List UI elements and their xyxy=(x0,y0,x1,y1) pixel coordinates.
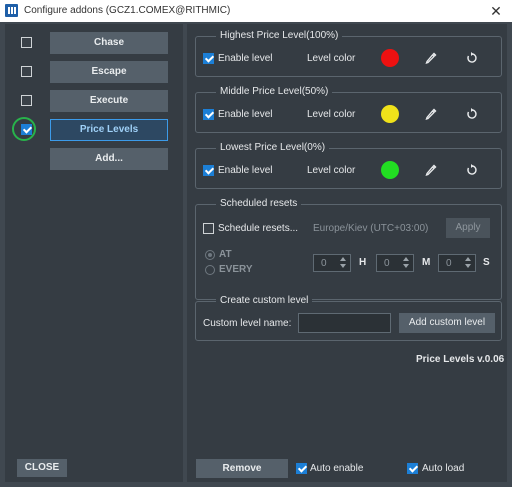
level-color-swatch[interactable] xyxy=(381,161,399,179)
title-bar: Configure addons (GCZ1.COMEX@RITHMIC) ✕ xyxy=(0,0,512,22)
addon-checkbox-escape[interactable] xyxy=(21,66,32,77)
settings-panel: Highest Price Level(100%) Enable level L… xyxy=(187,24,507,482)
enable-level-label: Enable level xyxy=(218,165,273,176)
every-radio[interactable] xyxy=(205,265,215,275)
timezone-label: Europe/Kiev (UTC+03:00) xyxy=(313,223,429,234)
spinner-arrows-icon[interactable] xyxy=(465,257,471,269)
addon-checkbox-chase[interactable] xyxy=(21,37,32,48)
enable-level-checkbox[interactable] xyxy=(203,109,214,120)
level-color-label: Level color xyxy=(307,165,356,176)
auto-load-label: Auto load xyxy=(422,463,465,474)
group-title: Lowest Price Level(0%) xyxy=(216,142,330,153)
close-window-button[interactable]: ✕ xyxy=(486,1,506,21)
seconds-unit: S xyxy=(483,257,490,268)
version-label: Price Levels v.0.06 xyxy=(416,354,505,365)
every-label: EVERY xyxy=(219,264,253,275)
auto-load-checkbox[interactable] xyxy=(407,463,418,474)
level-color-label: Level color xyxy=(307,53,356,64)
group-scheduled-resets: Scheduled resets Schedule resets... Euro… xyxy=(195,198,502,300)
enable-level-label: Enable level xyxy=(218,53,273,64)
eyedropper-icon[interactable] xyxy=(424,163,438,177)
group-title: Create custom level xyxy=(216,295,313,306)
schedule-resets-label: Schedule resets... xyxy=(218,223,299,234)
minutes-unit: M xyxy=(422,257,431,268)
at-radio[interactable] xyxy=(205,250,215,260)
group-middle-level: Middle Price Level(50%) Enable level Lev… xyxy=(195,86,502,133)
custom-level-name-label: Custom level name: xyxy=(203,318,292,329)
enable-level-checkbox[interactable] xyxy=(203,53,214,64)
level-color-label: Level color xyxy=(307,109,356,120)
addon-checkbox-execute[interactable] xyxy=(21,95,32,106)
spinner-arrows-icon[interactable] xyxy=(340,257,346,269)
custom-level-name-input[interactable] xyxy=(298,313,391,333)
at-label: AT xyxy=(219,249,232,260)
reset-icon[interactable] xyxy=(465,107,479,121)
enable-level-checkbox[interactable] xyxy=(203,165,214,176)
reset-icon[interactable] xyxy=(465,51,479,65)
level-color-swatch[interactable] xyxy=(381,49,399,67)
add-addon-button[interactable]: Add... xyxy=(50,148,168,170)
group-lowest-level: Lowest Price Level(0%) Enable level Leve… xyxy=(195,142,502,189)
minutes-value: 0 xyxy=(384,258,390,269)
spinner-arrows-icon[interactable] xyxy=(403,257,409,269)
auto-enable-label: Auto enable xyxy=(310,463,364,474)
group-title: Middle Price Level(50%) xyxy=(216,86,333,97)
highlight-ring xyxy=(12,117,36,141)
addon-button-execute[interactable]: Execute xyxy=(50,90,168,112)
schedule-resets-checkbox[interactable] xyxy=(203,223,214,234)
eyedropper-icon[interactable] xyxy=(424,107,438,121)
remove-button[interactable]: Remove xyxy=(196,459,288,478)
hours-spinner[interactable]: 0 xyxy=(313,254,351,272)
level-color-swatch[interactable] xyxy=(381,105,399,123)
close-button[interactable]: CLOSE xyxy=(17,459,67,477)
group-highest-level: Highest Price Level(100%) Enable level L… xyxy=(195,30,502,77)
group-title: Scheduled resets xyxy=(216,198,302,209)
enable-level-label: Enable level xyxy=(218,109,273,120)
group-custom-level: Create custom level Custom level name: A… xyxy=(195,295,502,341)
add-custom-level-button[interactable]: Add custom level xyxy=(399,313,495,333)
addons-panel: Chase Escape Execute Price Levels Add...… xyxy=(5,24,183,482)
app-icon xyxy=(5,4,18,17)
seconds-spinner[interactable]: 0 xyxy=(438,254,476,272)
apply-button[interactable]: Apply xyxy=(446,218,490,238)
hours-unit: H xyxy=(359,257,367,268)
seconds-value: 0 xyxy=(446,258,452,269)
addon-button-chase[interactable]: Chase xyxy=(50,32,168,54)
hours-value: 0 xyxy=(321,258,327,269)
window-title: Configure addons (GCZ1.COMEX@RITHMIC) xyxy=(24,5,231,16)
eyedropper-icon[interactable] xyxy=(424,51,438,65)
addon-button-escape[interactable]: Escape xyxy=(50,61,168,83)
auto-enable-checkbox[interactable] xyxy=(296,463,307,474)
group-title: Highest Price Level(100%) xyxy=(216,30,343,41)
reset-icon[interactable] xyxy=(465,163,479,177)
addon-button-price-levels[interactable]: Price Levels xyxy=(50,119,168,141)
minutes-spinner[interactable]: 0 xyxy=(376,254,414,272)
